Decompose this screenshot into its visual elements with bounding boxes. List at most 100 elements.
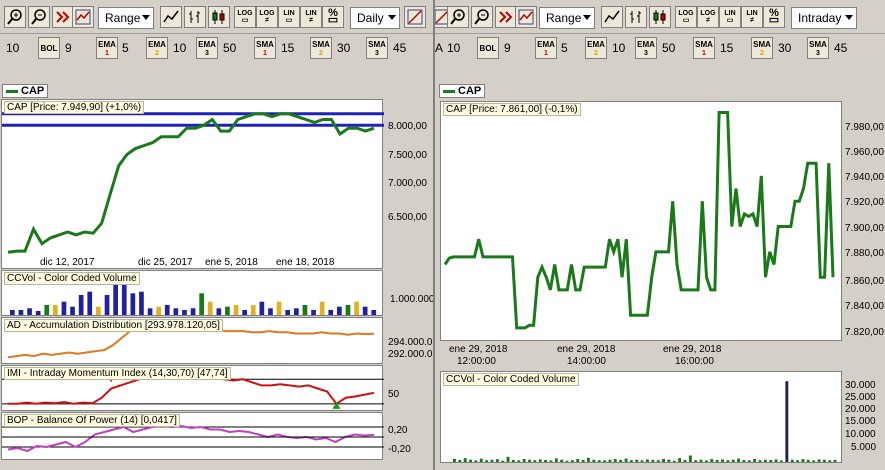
ema2-sub: 2 — [594, 50, 598, 57]
candlestick-button[interactable] — [208, 6, 230, 28]
volume-bar — [533, 460, 537, 462]
bol-button[interactable]: BOL — [477, 37, 499, 59]
series-tag[interactable]: CAP — [439, 84, 486, 98]
volume-bar — [485, 460, 489, 462]
line-chart-button[interactable] — [160, 6, 182, 28]
sma3-button[interactable]: SMA 3 — [366, 37, 388, 59]
right-ccvol-panel[interactable]: CCVol - Color Coded Volume — [440, 371, 842, 463]
ema3-value[interactable]: 50 — [662, 41, 675, 55]
scroll-forward-button[interactable] — [52, 6, 74, 28]
zoom-out-button[interactable] — [28, 6, 50, 28]
lin-alt-scale-label: LIN — [746, 10, 758, 17]
percent-scale-button[interactable]: % ▭ — [322, 6, 344, 28]
scroll-forward-button[interactable] — [495, 6, 517, 28]
sma1-value[interactable]: 15 — [281, 41, 294, 55]
left-ccvol-panel[interactable]: CCVol - Color Coded Volume — [1, 270, 383, 316]
volume-bar — [362, 306, 368, 315]
volume-bar — [463, 458, 467, 462]
ema2-value[interactable]: 10 — [612, 41, 625, 55]
volume-bar — [528, 459, 531, 462]
bol-button[interactable]: BOL — [38, 37, 60, 59]
chart-settings-button[interactable] — [72, 6, 94, 28]
bol-value[interactable]: 9 — [65, 41, 72, 55]
ema3-button[interactable]: EMA 3 — [196, 37, 218, 59]
zoom-out-button[interactable] — [471, 6, 493, 28]
range-dropdown-label: Range — [546, 11, 582, 25]
ema2-value[interactable]: 10 — [173, 41, 186, 55]
volume-bar — [302, 305, 308, 315]
ema3-button[interactable]: EMA 3 — [635, 37, 657, 59]
volume-bar — [651, 459, 655, 462]
range-dropdown[interactable]: Range — [98, 7, 154, 29]
volume-bar — [501, 460, 505, 462]
volume-bar — [587, 457, 590, 462]
bar-chart-button[interactable] — [625, 6, 647, 28]
log-scale-button[interactable]: LOG ▭ — [234, 6, 256, 28]
percent-scale-button[interactable]: % ▭ — [763, 6, 785, 28]
line-chart-button[interactable] — [601, 6, 623, 28]
zoom-in-button[interactable] — [447, 6, 469, 28]
ema3-label: EMA — [637, 40, 655, 49]
ema1-value[interactable]: 5 — [561, 41, 568, 55]
period-value[interactable]: 10 — [6, 41, 19, 55]
log-alt-scale-button[interactable]: LOG ≠ — [697, 6, 719, 28]
period-value[interactable]: 10 — [447, 41, 460, 55]
sma1-value[interactable]: 15 — [720, 41, 733, 55]
sma1-sub: 1 — [702, 50, 706, 57]
candlestick-button[interactable] — [649, 6, 671, 28]
volume-bar — [597, 460, 601, 462]
sma1-sub: 1 — [263, 50, 267, 57]
ema2-button[interactable]: EMA 2 — [585, 37, 607, 59]
sma3-value[interactable]: 45 — [393, 41, 406, 55]
ema3-value[interactable]: 50 — [223, 41, 236, 55]
left-imi-panel[interactable]: IMI - Intraday Momentum Index (14,30,70)… — [1, 365, 384, 411]
volume-bar — [742, 459, 746, 462]
sma2-value[interactable]: 30 — [778, 41, 791, 55]
right-price-panel[interactable]: CAP [Price: 7.861,00] (-0,1%) — [440, 101, 842, 341]
left-ad-panel[interactable]: AD - Accumulation Distribution [293.978.… — [1, 317, 383, 364]
zoom-in-button[interactable] — [4, 6, 26, 28]
volume-bar — [259, 301, 265, 315]
sma1-button[interactable]: SMA 1 — [693, 37, 715, 59]
bol-value[interactable]: 9 — [504, 41, 511, 55]
log-alt-scale-button[interactable]: LOG ≠ — [256, 6, 278, 28]
series-tag[interactable]: CAP — [2, 84, 49, 98]
sma1-label: SMA — [256, 40, 274, 49]
volume-bar — [199, 293, 204, 315]
right-ccvol-ytick: 20.000 — [845, 404, 876, 415]
lin-scale-button[interactable]: LIN ▭ — [719, 6, 741, 28]
lin-scale-button[interactable]: LIN ▭ — [278, 6, 300, 28]
volume-bar — [780, 460, 783, 462]
draw-tools-button[interactable] — [404, 6, 426, 28]
lin-alt-scale-button[interactable]: LIN ≠ — [741, 6, 763, 28]
ema2-button[interactable]: EMA 2 — [146, 37, 168, 59]
sma3-value[interactable]: 45 — [834, 41, 847, 55]
ema1-value[interactable]: 5 — [122, 41, 129, 55]
bar-chart-button[interactable] — [184, 6, 206, 28]
sma1-button[interactable]: SMA 1 — [254, 37, 276, 59]
chart-settings-button[interactable] — [515, 6, 537, 28]
volume-bar — [737, 458, 740, 462]
sma3-button[interactable]: SMA 3 — [807, 37, 829, 59]
sma2-button[interactable]: SMA 2 — [751, 37, 773, 59]
period-dropdown-label: Intraday — [798, 11, 842, 25]
ema2-label: EMA — [148, 40, 166, 49]
ema1-button[interactable]: EMA 1 — [535, 37, 557, 59]
volume-bar — [833, 459, 837, 462]
sma3-sub: 3 — [375, 50, 379, 57]
left-bop-panel[interactable]: BOP - Balance Of Power (14) [0,0417] — [1, 412, 384, 460]
lin-alt-scale-button[interactable]: LIN ≠ — [300, 6, 322, 28]
sma2-button[interactable]: SMA 2 — [310, 37, 332, 59]
volume-bar — [592, 459, 596, 462]
log-scale-button[interactable]: LOG ▭ — [675, 6, 697, 28]
volume-bar — [276, 301, 282, 315]
range-dropdown[interactable]: Range — [539, 7, 595, 29]
period-dropdown[interactable]: Intraday — [791, 7, 857, 29]
ema1-button[interactable]: EMA 1 — [96, 37, 118, 59]
volume-bar — [763, 459, 767, 462]
left-price-panel[interactable]: CAP [Price: 7.949,90] (+1,0%) — [1, 99, 384, 269]
volume-bar — [619, 459, 623, 462]
sma2-value[interactable]: 30 — [337, 41, 350, 55]
left-price-ytick: 7.500,00 — [388, 150, 427, 161]
period-dropdown[interactable]: Daily — [350, 7, 400, 29]
